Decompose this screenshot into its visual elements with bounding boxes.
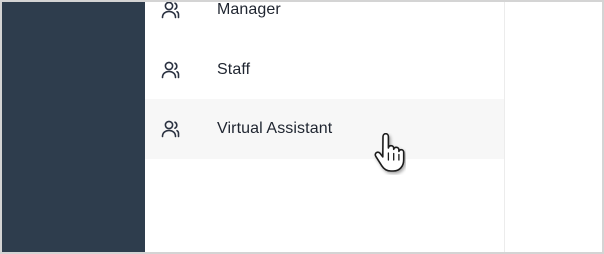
- users-icon: [161, 60, 183, 80]
- sidebar: [2, 2, 145, 252]
- menu-item-staff[interactable]: Staff: [145, 40, 504, 100]
- menu-item-label: Manager: [217, 1, 281, 18]
- role-menu: Manager Staff Virtual Assistant: [145, 1, 504, 252]
- users-icon: [161, 119, 183, 139]
- users-icon: [161, 2, 183, 20]
- menu-item-manager[interactable]: Manager: [145, 1, 504, 40]
- menu-item-virtual-assistant[interactable]: Virtual Assistant: [145, 99, 504, 159]
- menu-item-label: Virtual Assistant: [217, 120, 333, 137]
- menu-item-label: Staff: [217, 61, 251, 78]
- app-window: Manager Staff Virtual Assistant: [0, 0, 604, 254]
- divider: [504, 2, 505, 252]
